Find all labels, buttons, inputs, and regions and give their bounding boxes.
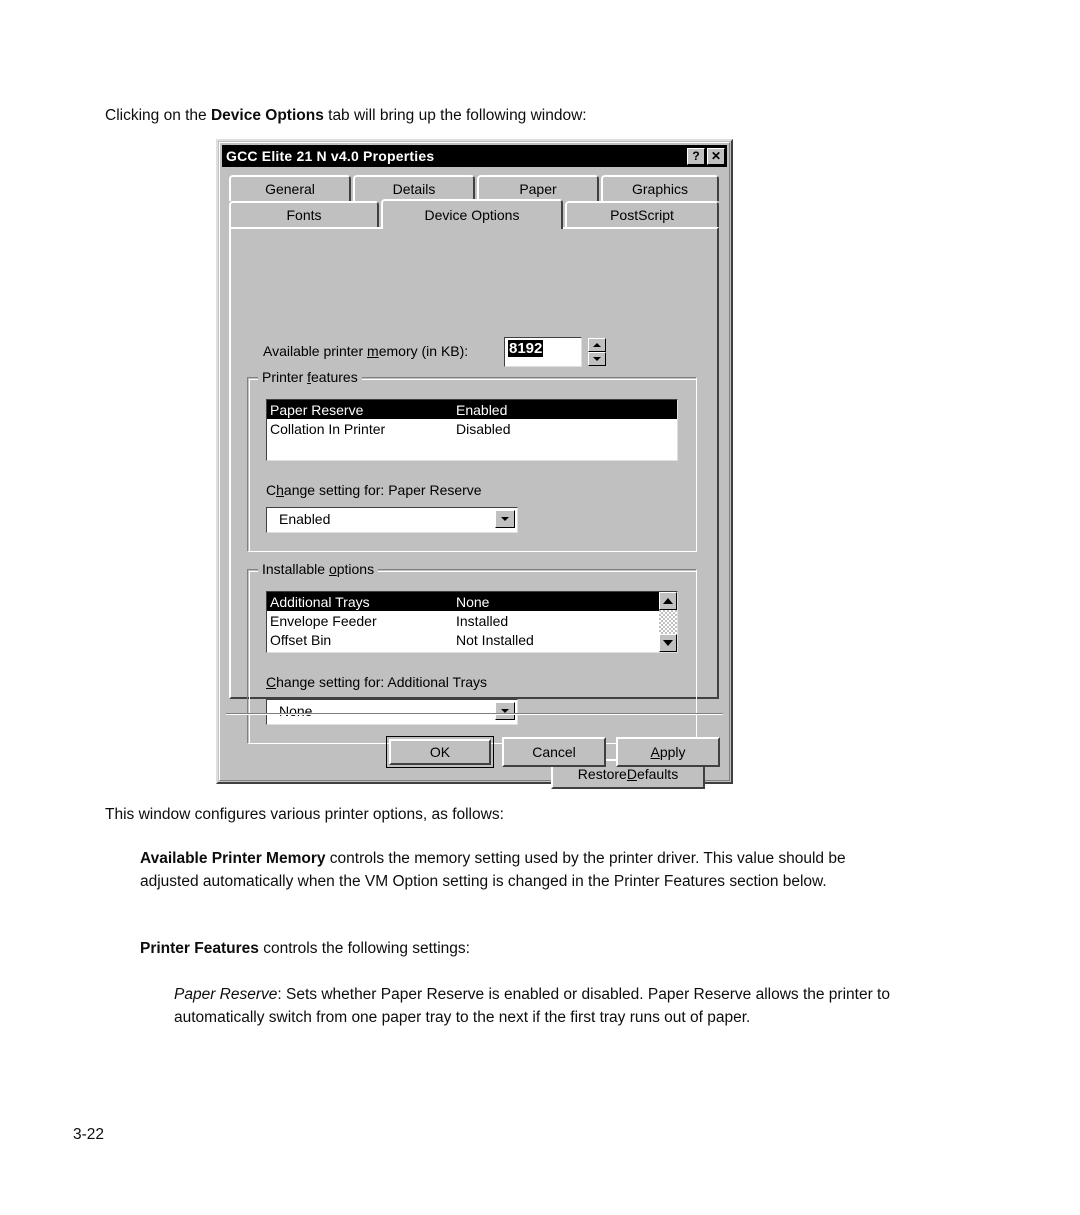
- available-memory-field[interactable]: 8192: [504, 337, 582, 367]
- pf-change-pre: C: [266, 482, 277, 498]
- memory-term: Available Printer Memory: [140, 850, 326, 867]
- cancel-button[interactable]: Cancel: [502, 737, 606, 767]
- page-number: 3-22: [73, 1126, 105, 1143]
- restore-post: efaults: [636, 766, 679, 782]
- scrollbar-track[interactable]: [659, 610, 677, 634]
- option-value: Installed: [456, 612, 509, 629]
- dialog-title: GCC Elite 21 N v4.0 Properties: [226, 148, 435, 164]
- chevron-down-icon[interactable]: [495, 702, 515, 720]
- dialog-separator: [226, 713, 723, 715]
- installable-options-listbox[interactable]: Additional Trays None Envelope Feeder In…: [266, 591, 678, 653]
- installable-options-change-label: Change setting for: Additional Trays: [266, 674, 487, 690]
- ok-button[interactable]: OK: [389, 739, 491, 765]
- restore-accel: D: [626, 766, 637, 782]
- option-name: Additional Trays: [270, 593, 370, 610]
- option-name: Offset Bin: [270, 631, 332, 648]
- intro-prefix: Clicking on the: [105, 107, 211, 124]
- pf-change-accel: h: [276, 482, 284, 498]
- intro-suffix: tab will bring up the following window:: [323, 107, 587, 124]
- tab-device-options[interactable]: Device Options: [381, 199, 563, 229]
- paper-reserve-term: Paper Reserve: [174, 986, 278, 1003]
- spinner-up-icon[interactable]: [588, 338, 606, 352]
- list-item[interactable]: Offset Bin Not Installed: [267, 630, 677, 649]
- io-label-post: ptions: [336, 561, 375, 577]
- io-label-pre: Installable: [262, 561, 329, 577]
- spinner-down-icon[interactable]: [588, 352, 606, 366]
- apply-button[interactable]: Apply: [616, 737, 720, 767]
- features-description: controls the following settings:: [258, 940, 470, 957]
- pf-label-post: eatures: [311, 369, 358, 385]
- tab-row-bottom: Fonts Device Options PostScript: [229, 199, 719, 229]
- memory-spinner-buttons[interactable]: [588, 338, 606, 366]
- io-label-accel: o: [328, 561, 337, 577]
- printer-features-listbox[interactable]: Paper Reserve Enabled Collation In Print…: [266, 399, 678, 461]
- restore-pre: Restore: [577, 766, 627, 782]
- apply-post: pply: [659, 744, 686, 760]
- memory-label-post: emory (in KB):: [378, 343, 469, 359]
- memory-label-pre: Available printer: [263, 343, 368, 359]
- memory-paragraph: Available Printer Memory controls the me…: [140, 847, 900, 893]
- tab-strip: General Details Paper Graphics Fonts Dev…: [229, 175, 719, 231]
- available-memory-value: 8192: [508, 340, 544, 357]
- option-value: None: [456, 593, 490, 610]
- list-item[interactable]: Paper Reserve Enabled: [267, 400, 677, 419]
- properties-dialog: GCC Elite 21 N v4.0 Properties ? ✕ Gener…: [216, 139, 733, 789]
- help-button[interactable]: ?: [687, 147, 705, 165]
- installable-options-group: Installable options Additional Trays Non…: [247, 561, 697, 744]
- apply-accel: A: [650, 744, 660, 760]
- option-value: Not Installed: [456, 631, 534, 648]
- features-paragraph: Printer Features controls the following …: [140, 937, 900, 960]
- available-memory-stepper[interactable]: 8192: [504, 337, 606, 367]
- printer-features-group: Printer features Paper Reserve Enabled C…: [247, 369, 697, 552]
- tab-details[interactable]: Details: [353, 175, 475, 201]
- device-options-panel: Available printer memory (in KB): 8192 P…: [229, 227, 719, 789]
- io-change-post: hange setting for: Additional Trays: [276, 674, 488, 690]
- tab-fonts[interactable]: Fonts: [229, 201, 379, 227]
- feature-name: Collation In Printer: [270, 420, 386, 437]
- list-item[interactable]: Additional Trays None: [267, 592, 659, 611]
- feature-name: Paper Reserve: [270, 401, 364, 418]
- feature-value: Disabled: [456, 420, 511, 437]
- memory-label-accel: m: [367, 343, 379, 359]
- intro-bold-term: Device Options: [210, 107, 324, 124]
- paper-reserve-description: : Sets whether Paper Reserve is enabled …: [174, 986, 890, 1026]
- printer-features-combo-value: Enabled: [279, 511, 331, 527]
- scroll-up-icon[interactable]: [659, 592, 677, 610]
- tab-paper[interactable]: Paper: [477, 175, 599, 201]
- features-term: Printer Features: [140, 940, 259, 957]
- listbox-scrollbar[interactable]: [659, 592, 677, 652]
- scroll-down-icon[interactable]: [659, 634, 677, 652]
- available-memory-label: Available printer memory (in KB):: [263, 343, 468, 359]
- list-item[interactable]: Collation In Printer Disabled: [267, 419, 677, 438]
- tab-graphics[interactable]: Graphics: [601, 175, 719, 201]
- intro-paragraph: Clicking on the Device Options tab will …: [105, 104, 805, 127]
- list-item[interactable]: Envelope Feeder Installed: [267, 611, 677, 630]
- tab-postscript[interactable]: PostScript: [565, 201, 719, 227]
- installable-options-combo-value: None: [279, 703, 313, 719]
- printer-features-group-label: Printer features: [258, 369, 362, 385]
- installable-options-combo[interactable]: None: [266, 699, 518, 725]
- dialog-titlebar[interactable]: GCC Elite 21 N v4.0 Properties ? ✕: [222, 145, 727, 167]
- feature-value: Enabled: [456, 401, 508, 418]
- chevron-down-icon[interactable]: [495, 510, 515, 528]
- pf-change-post: ange setting for: Paper Reserve: [283, 482, 482, 498]
- printer-features-change-label: Change setting for: Paper Reserve: [266, 482, 482, 498]
- tab-general[interactable]: General: [229, 175, 351, 201]
- close-button[interactable]: ✕: [707, 147, 725, 165]
- lead-paragraph: This window configures various printer o…: [105, 806, 504, 823]
- io-change-accel: C: [266, 674, 277, 690]
- option-name: Envelope Feeder: [270, 612, 377, 629]
- paper-reserve-paragraph: Paper Reserve: Sets whether Paper Reserv…: [174, 983, 904, 1029]
- installable-options-group-label: Installable options: [258, 561, 379, 577]
- printer-features-combo[interactable]: Enabled: [266, 507, 518, 533]
- pf-label-pre: Printer: [262, 369, 308, 385]
